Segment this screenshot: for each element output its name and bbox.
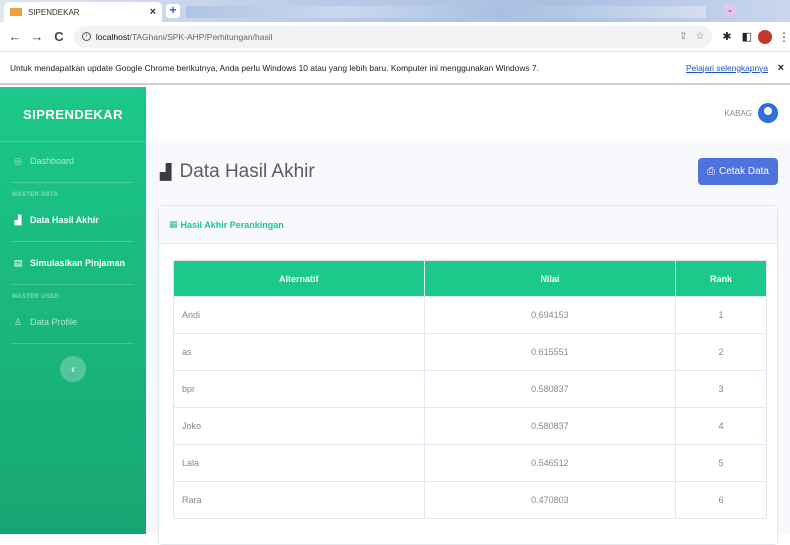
table-row: Lala 0.546512 5 <box>173 444 767 482</box>
calculator-icon: ▤ <box>13 257 23 268</box>
sidebar-item-label: Data Profile <box>30 317 78 327</box>
card-header-text: Hasil Akhir Perankingan <box>180 219 284 230</box>
tab-close-icon[interactable]: × <box>150 6 156 18</box>
user-circle-icon <box>758 103 778 123</box>
sidebar-heading-master-user: MASTER USER <box>12 294 59 300</box>
column-header-alternatif: Alternatif <box>173 260 425 297</box>
chart-area-icon: ▟ <box>160 164 172 181</box>
table-row: Rara 0.470803 6 <box>173 481 767 519</box>
topbar: KABAG <box>146 87 790 141</box>
sidebar-item-label: Data Hasil Akhir <box>30 215 99 225</box>
sidebar-item-data-hasil-akhir[interactable]: ▟ Data Hasil Akhir <box>0 203 146 237</box>
site-info-icon[interactable]: i <box>81 32 91 41</box>
cell-nilai: 0.580837 <box>423 407 677 445</box>
browser-tab-bar: SIPENDEKAR × + ⌄ <box>0 0 790 22</box>
extensions-icon[interactable]: ✱ <box>722 30 731 43</box>
cell-alternatif: Rara <box>173 481 425 519</box>
side-panel-icon[interactable]: ◧ <box>742 30 752 43</box>
browser-menu-icon[interactable]: ⋮ <box>778 30 790 44</box>
cell-alternatif: Andi <box>173 296 425 334</box>
chrome-update-infobar: Untuk mendapatkan update Google Chrome b… <box>0 52 790 85</box>
sidebar-item-label: Simulasikan Pinjaman <box>30 258 126 268</box>
cell-rank: 1 <box>675 296 767 334</box>
cell-rank: 2 <box>675 333 767 371</box>
print-button-label: Cetak Data <box>718 166 769 177</box>
url-input[interactable]: i localhost/TAGhani/SPK-AHP/Perhitungan/… <box>73 25 713 48</box>
main-content: ▟ Data Hasil Akhir ⎙ Cetak Data ▦ Hasil … <box>146 141 790 545</box>
cell-rank: 6 <box>675 481 767 519</box>
share-icon[interactable]: ⇪ <box>679 31 687 42</box>
card-header: ▦ Hasil Akhir Perankingan <box>159 206 777 244</box>
sidebar-item-simulasi[interactable]: ▤ Simulasikan Pinjaman <box>0 246 146 280</box>
sidebar-item-data-profile[interactable]: ♙ Data Profile <box>0 305 146 339</box>
page-title-text: Data Hasil Akhir <box>179 161 315 182</box>
user-icon: ♙ <box>13 316 23 327</box>
print-icon: ⎙ <box>706 166 715 177</box>
cell-rank: 3 <box>675 370 767 408</box>
cell-nilai: 0.470803 <box>423 481 677 519</box>
cell-nilai: 0.694153 <box>423 296 677 334</box>
table-row: Joko 0.580837 4 <box>173 407 767 445</box>
cell-nilai: 0.546512 <box>423 444 677 482</box>
forward-icon[interactable]: → <box>30 29 44 44</box>
cell-nilai: 0.615551 <box>423 333 677 371</box>
column-header-nilai: Nilai <box>423 260 677 297</box>
tachometer-icon: ◎ <box>14 155 22 166</box>
cell-alternatif: Joko <box>173 407 425 445</box>
column-header-rank: Rank <box>675 260 767 297</box>
cell-alternatif: bpr <box>173 370 425 408</box>
table-icon: ▦ <box>169 219 178 229</box>
sidebar-heading-master-data: MASTER DATA <box>12 192 59 198</box>
cell-nilai: 0.580837 <box>423 370 677 408</box>
page-title: ▟ Data Hasil Akhir <box>160 161 315 183</box>
table-row: Andi 0.694153 1 <box>173 296 767 334</box>
tab-title: SIPENDEKAR <box>28 7 80 17</box>
reload-icon[interactable]: C <box>52 29 66 44</box>
back-icon[interactable]: ← <box>8 29 22 44</box>
learn-more-link[interactable]: Pelajari selengkapnya <box>686 63 768 73</box>
new-tab-button[interactable]: + <box>166 4 180 18</box>
sidebar: SIPRENDEKAR ◎ Dashboard MASTER DATA ▟ Da… <box>0 87 146 534</box>
browser-tab[interactable]: SIPENDEKAR × <box>4 2 162 22</box>
tab-strip-background <box>186 6 706 18</box>
cell-rank: 4 <box>675 407 767 445</box>
profile-avatar-icon[interactable] <box>758 29 773 44</box>
favicon-icon <box>10 8 22 16</box>
table-row: bpr 0.580837 3 <box>173 370 767 408</box>
sidebar-divider <box>12 241 134 242</box>
bookmark-star-icon[interactable]: ☆ <box>695 31 704 42</box>
cell-rank: 5 <box>675 444 767 482</box>
sidebar-brand[interactable]: SIPRENDEKAR <box>0 87 146 142</box>
ranking-card: ▦ Hasil Akhir Perankingan Alternatif Nil… <box>158 205 778 545</box>
infobar-close-icon[interactable]: × <box>778 62 784 74</box>
tab-search-icon[interactable]: ⌄ <box>724 4 736 16</box>
sidebar-item-dashboard[interactable]: ◎ Dashboard <box>0 144 146 178</box>
chart-area-icon: ▟ <box>14 214 22 225</box>
sidebar-item-label: Dashboard <box>30 156 75 166</box>
ranking-table: Alternatif Nilai Rank Andi 0.694153 1 as… <box>173 260 767 519</box>
sidebar-divider <box>12 182 134 183</box>
cell-alternatif: as <box>173 333 425 371</box>
user-dropdown[interactable]: KABAG <box>724 103 778 123</box>
user-name: KABAG <box>724 108 752 118</box>
print-button[interactable]: ⎙ Cetak Data <box>697 158 778 185</box>
table-row: as 0.615551 2 <box>173 333 767 371</box>
cell-alternatif: Lala <box>173 444 425 482</box>
sidebar-toggle-button[interactable]: ‹ <box>60 356 86 382</box>
url-path: /TAGhani/SPK-AHP/Perhitungan/hasil <box>129 31 273 42</box>
address-bar-row: ← → C i localhost/TAGhani/SPK-AHP/Perhit… <box>0 22 790 52</box>
infobar-message: Untuk mendapatkan update Google Chrome b… <box>10 62 539 73</box>
table-header-row: Alternatif Nilai Rank <box>173 260 767 297</box>
sidebar-divider <box>12 284 134 285</box>
sidebar-divider <box>12 343 134 344</box>
url-host: localhost <box>95 31 130 42</box>
